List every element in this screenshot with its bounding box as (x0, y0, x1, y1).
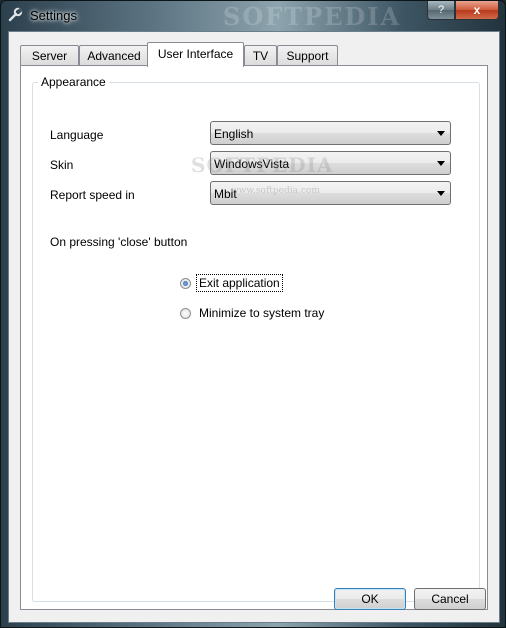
chevron-down-icon (437, 161, 445, 166)
report-speed-label: Report speed in (50, 188, 135, 202)
title-watermark: SOFTPEDIA (223, 2, 402, 31)
language-select[interactable]: English (210, 121, 451, 145)
title-bar[interactable]: Settings SOFTPEDIA ? x (1, 1, 505, 31)
wrench-icon (7, 7, 23, 23)
skin-label: Skin (50, 158, 74, 172)
help-icon: ? (437, 4, 445, 16)
tab-user-interface[interactable]: User Interface (147, 42, 244, 67)
close-icon: x (473, 3, 481, 17)
tab-panel-user-interface: Appearance Language English Skin Windows… (20, 65, 488, 610)
language-label: Language (50, 128, 104, 142)
tab-advanced[interactable]: Advanced (79, 45, 149, 66)
ok-button[interactable]: OK (334, 588, 406, 610)
settings-window: Settings SOFTPEDIA ? x Server Advanced U… (0, 0, 506, 628)
radio-label: Minimize to system tray (199, 306, 325, 320)
appearance-group-label: Appearance (38, 75, 109, 89)
close-behavior-label: On pressing 'close' button (50, 235, 188, 249)
tab-server[interactable]: Server (20, 45, 79, 66)
radio-button[interactable] (180, 277, 191, 289)
chevron-down-icon (437, 191, 445, 196)
appearance-group: Appearance Language English Skin Windows… (32, 75, 480, 602)
language-value: English (214, 127, 254, 141)
help-button[interactable]: ? (427, 1, 455, 20)
dialog-client: Server Advanced User Interface TV Suppor… (8, 31, 500, 623)
radio-button[interactable] (180, 307, 191, 319)
close-button[interactable]: x (455, 1, 499, 20)
tab-support[interactable]: Support (277, 45, 338, 66)
content-watermark-url: www.softpedia.com (231, 186, 320, 196)
chevron-down-icon (437, 131, 445, 136)
window-title: Settings (30, 8, 77, 23)
radio-label: Exit application (196, 274, 283, 292)
content-watermark: SOFTPEDIA (191, 153, 334, 177)
cancel-button[interactable]: Cancel (414, 588, 486, 610)
radio-minimize-to-tray[interactable]: Minimize to system tray (180, 305, 326, 321)
tab-tv[interactable]: TV (244, 45, 277, 66)
radio-exit-application[interactable]: Exit application (180, 274, 283, 292)
